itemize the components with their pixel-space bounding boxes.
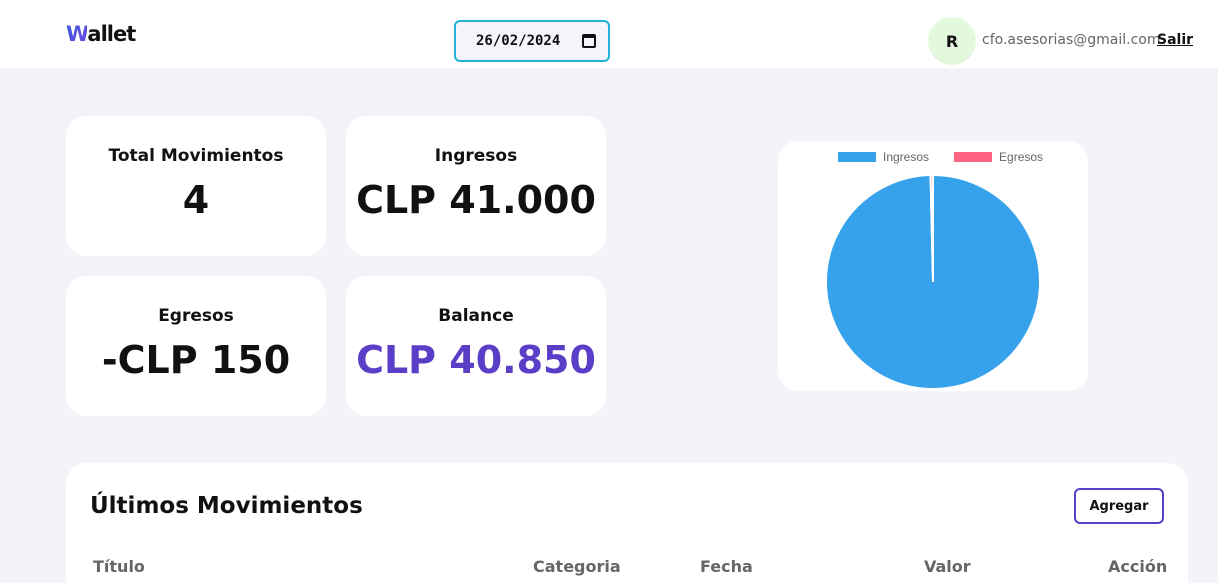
legend-swatch-income [838, 152, 876, 162]
legend-swatch-expense [954, 152, 993, 162]
income-card: Ingresos CLP 41.000 [346, 116, 606, 256]
legend-label-expense: Egresos [999, 150, 1044, 164]
expense-value: -CLP 150 [101, 338, 291, 382]
balance-value: CLP 40.850 [356, 338, 596, 382]
column-header-date: Fecha [700, 557, 753, 576]
balance-card: Balance CLP 40.850 [346, 276, 606, 416]
column-header-value: Valor [924, 557, 971, 576]
expense-label: Egresos [158, 306, 234, 326]
total-movements-label: Total Movimientos [108, 146, 284, 166]
date-input[interactable]: 26/02/2024 [454, 20, 610, 62]
pie-chart [825, 173, 1041, 390]
app-logo[interactable]: Wallet [66, 22, 136, 46]
income-value: CLP 41.000 [356, 178, 596, 222]
avatar[interactable]: R [928, 17, 976, 65]
legend-item-expense[interactable]: Egresos [954, 150, 1043, 164]
chart-legend: Ingresos Egresos [838, 150, 1068, 164]
total-movements-value: 4 [182, 178, 210, 222]
column-header-category: Categoria [533, 557, 621, 576]
legend-label-income: Ingresos [883, 150, 930, 164]
user-email: cfo.asesorias@gmail.com [982, 32, 1161, 48]
date-value: 26/02/2024 [476, 33, 561, 49]
panel-title: Últimos Movimientos [90, 493, 363, 519]
balance-label: Balance [438, 306, 514, 326]
add-movement-button[interactable]: Agregar [1074, 488, 1164, 524]
logo-initial: W [66, 22, 88, 46]
column-header-title: Título [93, 557, 145, 576]
top-bar: Wallet 26/02/2024 R cfo.asesorias@gmail.… [0, 0, 1218, 68]
legend-item-income[interactable]: Ingresos [838, 150, 929, 164]
expense-card: Egresos -CLP 150 [66, 276, 326, 416]
calendar-icon[interactable] [582, 34, 596, 48]
logo-text: allet [87, 22, 136, 46]
income-expense-chart: Ingresos Egresos [778, 141, 1088, 391]
logout-link[interactable]: Salir [1157, 32, 1193, 48]
income-label: Ingresos [434, 146, 518, 166]
total-movements-card: Total Movimientos 4 [66, 116, 326, 256]
column-header-action: Acción [1108, 557, 1168, 576]
latest-movements-panel: Últimos Movimientos Agregar Título Categ… [66, 463, 1188, 583]
